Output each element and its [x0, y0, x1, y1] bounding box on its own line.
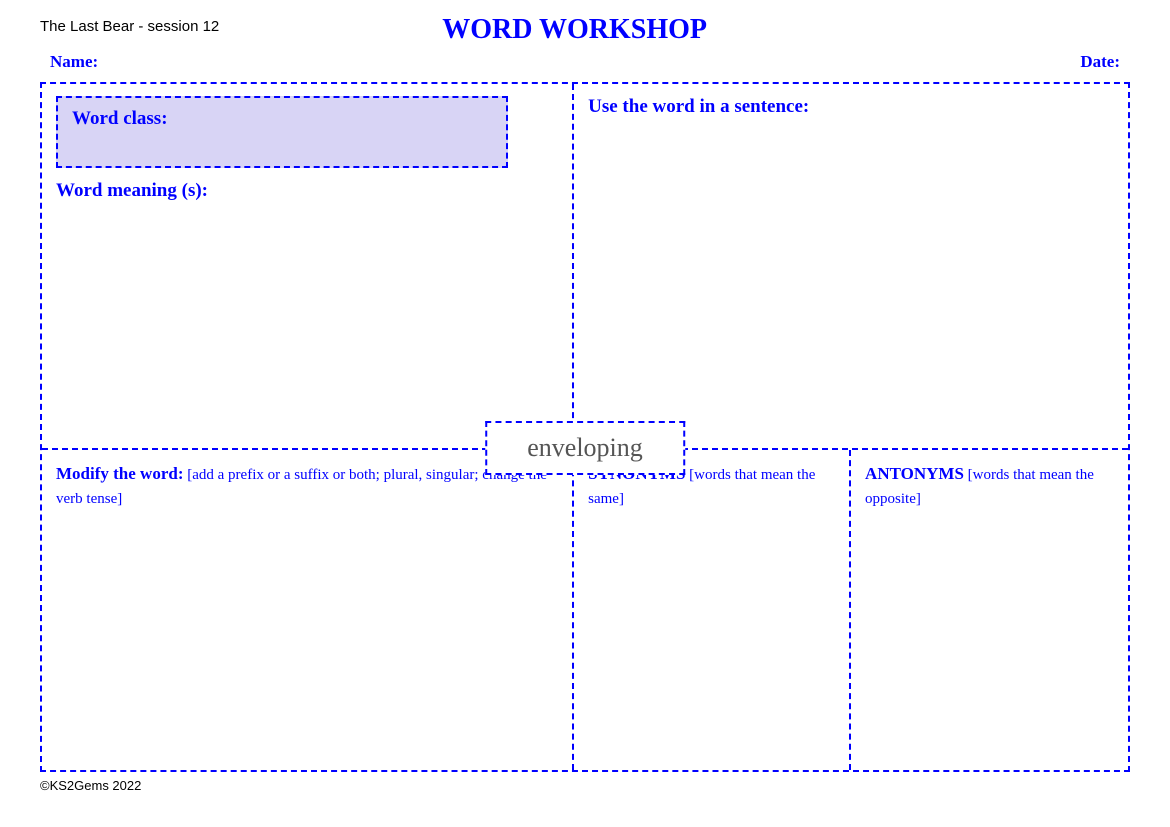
main-grid: Word class: Word meaning (s): Use the wo…: [40, 82, 1130, 772]
header-top: The Last Bear - session 12 WORD WORKSHOP: [40, 18, 1130, 46]
word-class-content: [72, 130, 492, 156]
right-panel: Use the word in a sentence:: [574, 84, 1128, 448]
page: The Last Bear - session 12 WORD WORKSHOP…: [0, 0, 1170, 827]
use-sentence-label: Use the word in a sentence:: [588, 96, 1114, 118]
copyright-label: ©KS2Gems 2022: [40, 778, 141, 793]
antonyms-bold: ANTONYMS: [865, 464, 964, 483]
center-word-box: enveloping: [485, 421, 685, 475]
date-label: Date:: [1080, 52, 1120, 72]
name-date-row: Name: Date:: [40, 52, 1130, 72]
word-class-box: Word class:: [56, 96, 508, 168]
session-label: The Last Bear - session 12: [40, 18, 219, 35]
main-title: WORD WORKSHOP: [219, 14, 930, 46]
top-row: Word class: Word meaning (s): Use the wo…: [42, 84, 1128, 450]
left-panel: Word class: Word meaning (s):: [42, 84, 574, 448]
footer: ©KS2Gems 2022: [40, 778, 1130, 793]
modify-label: Modify the word: [add a prefix or a suff…: [56, 462, 558, 510]
bottom-left: Modify the word: [add a prefix or a suff…: [42, 450, 574, 770]
word-class-label: Word class:: [72, 108, 168, 129]
center-word: enveloping: [527, 433, 643, 462]
name-label: Name:: [50, 52, 98, 72]
modify-bold: Modify the word:: [56, 464, 183, 483]
bottom-right: ANTONYMS [words that mean the opposite]: [851, 450, 1128, 770]
bottom-row: Modify the word: [add a prefix or a suff…: [42, 450, 1128, 770]
word-meaning-label: Word meaning (s):: [56, 180, 558, 202]
bottom-middle: SYNONYMS [words that mean the same]: [574, 450, 851, 770]
antonyms-label: ANTONYMS [words that mean the opposite]: [865, 462, 1114, 510]
